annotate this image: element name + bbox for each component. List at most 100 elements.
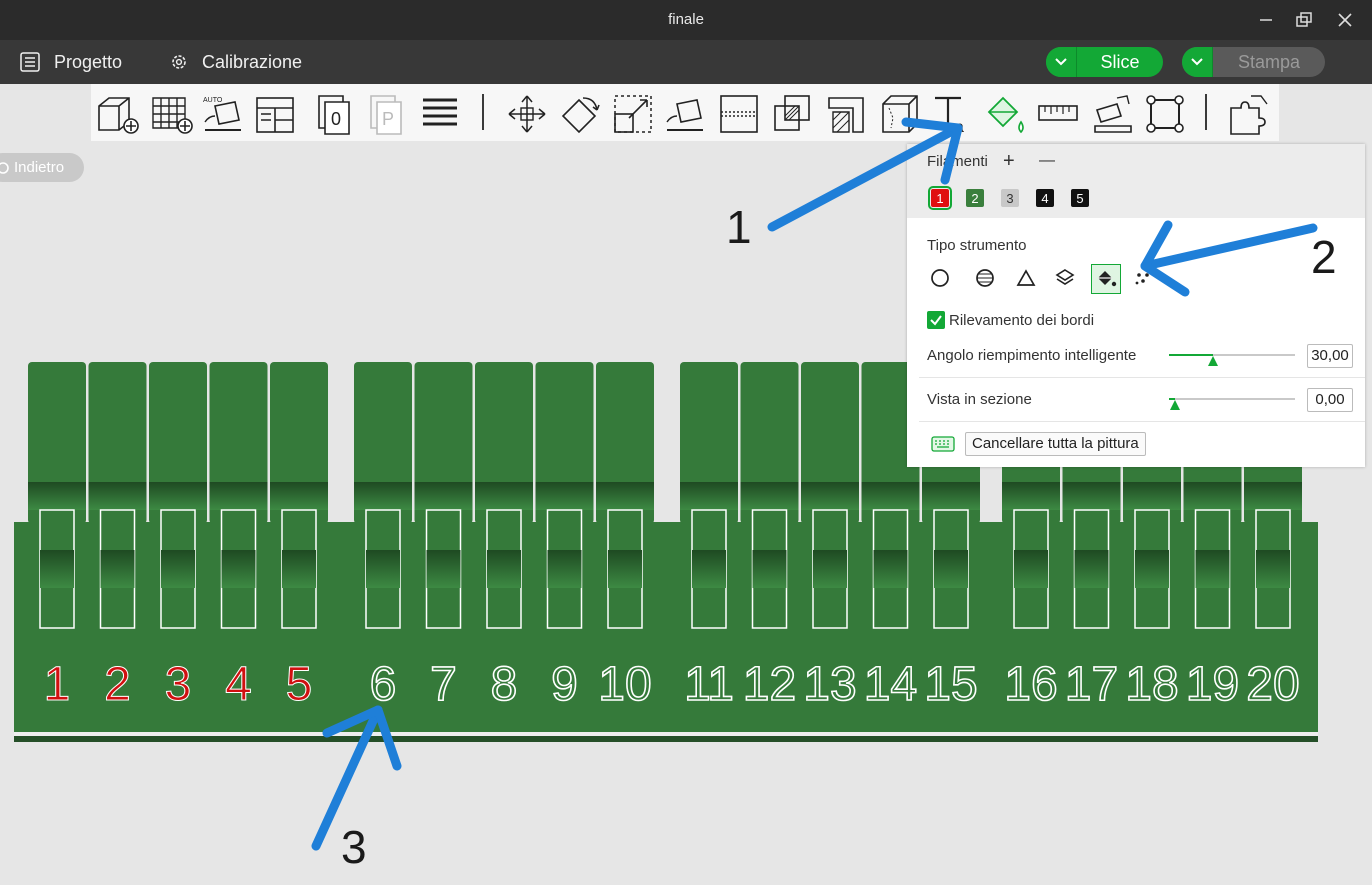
smart-fill-angle-input[interactable]: 30,00 xyxy=(1307,344,1353,368)
sphere-brush-icon[interactable] xyxy=(971,264,999,292)
filaments-label: Filamenti xyxy=(927,153,988,170)
boolean-icon[interactable] xyxy=(771,92,815,136)
main-toolbar: AUTO 0 P a xyxy=(91,84,1279,141)
annotation-label-2: 2 xyxy=(1311,231,1337,283)
window-title: finale xyxy=(668,11,704,28)
model-tab-shade xyxy=(270,482,328,510)
add-filament-button[interactable]: + xyxy=(1003,150,1015,173)
model-slot-shade xyxy=(1195,550,1230,588)
toolbar-separator xyxy=(1205,94,1207,130)
filament-swatch-5[interactable]: 5 xyxy=(1071,189,1089,207)
model-tab-shade xyxy=(149,482,207,510)
scale-icon[interactable] xyxy=(611,92,655,136)
model-base-plate xyxy=(14,522,1318,742)
model-tab-shade xyxy=(88,482,147,510)
back-button[interactable]: Indietro xyxy=(0,153,84,182)
text-icon[interactable]: a xyxy=(931,92,975,136)
model-number-6: 6 xyxy=(370,658,397,711)
model-tab-shade xyxy=(801,482,859,510)
model-tab-shade xyxy=(740,482,799,510)
filament-swatch-3[interactable]: 3 xyxy=(1001,189,1019,207)
model-slot-shade xyxy=(692,550,726,588)
seam-paint-icon[interactable] xyxy=(879,92,923,136)
divider xyxy=(919,421,1365,422)
arrange-icon[interactable] xyxy=(253,92,297,136)
object-o-icon[interactable]: 0 xyxy=(315,92,359,136)
menu-project[interactable]: Progetto xyxy=(20,40,122,84)
chevron-down-icon[interactable] xyxy=(1182,47,1213,77)
filament-swatch-4[interactable]: 4 xyxy=(1036,189,1054,207)
model-tab-shade xyxy=(1123,482,1181,510)
model-number-16: 16 xyxy=(1004,658,1057,711)
filament-swatch-1[interactable]: 1 xyxy=(928,186,952,210)
support-paint-icon[interactable] xyxy=(825,92,869,136)
assembly-icon[interactable] xyxy=(1227,92,1271,136)
model-number-20: 20 xyxy=(1246,658,1299,711)
gear-icon xyxy=(172,55,186,69)
circle-brush-icon[interactable] xyxy=(926,264,954,292)
minimize-icon[interactable] xyxy=(1253,8,1279,32)
model-number-14: 14 xyxy=(864,658,917,711)
restore-icon[interactable] xyxy=(1291,8,1317,32)
filament-swatch-2[interactable]: 2 xyxy=(966,189,984,207)
gap-fill-icon[interactable] xyxy=(1130,264,1158,292)
auto-orient-icon[interactable]: AUTO xyxy=(201,92,245,136)
slider-thumb[interactable] xyxy=(1207,355,1219,367)
color-paint-icon[interactable] xyxy=(983,92,1027,136)
model-tab-shade xyxy=(1183,482,1242,510)
lay-on-face-icon[interactable] xyxy=(663,92,707,136)
list-icon xyxy=(20,52,40,72)
svg-text:P: P xyxy=(382,109,394,129)
variable-layer-icon[interactable] xyxy=(419,92,463,136)
mesh-boolean-icon[interactable] xyxy=(1143,92,1187,136)
cut-icon[interactable] xyxy=(717,92,761,136)
measure-icon[interactable] xyxy=(1037,92,1081,136)
model-tab-shade xyxy=(414,482,473,510)
model-slot-shade xyxy=(366,550,400,588)
model-slot-shade xyxy=(547,550,582,588)
object-p-icon[interactable]: P xyxy=(367,92,411,136)
smart-fill-angle-label: Angolo riempimento intelligente xyxy=(927,347,1137,364)
menu-bar: Progetto Calibrazione Slice Stampa xyxy=(0,40,1372,84)
triangle-brush-icon[interactable] xyxy=(1012,264,1040,292)
keyboard-icon[interactable] xyxy=(931,436,955,457)
model-tab-shade xyxy=(861,482,920,510)
color-paint-panel: Filamenti + — Tipo strumento Rilevamento… xyxy=(907,144,1365,467)
model-tab-shade xyxy=(28,482,86,510)
model-number-19: 19 xyxy=(1186,658,1239,711)
height-range-icon[interactable] xyxy=(1051,264,1079,292)
divider xyxy=(919,377,1365,378)
model-slot-shade xyxy=(813,550,847,588)
model-slot-shade xyxy=(100,550,135,588)
svg-text:AUTO: AUTO xyxy=(203,97,223,104)
title-bar: finale xyxy=(0,0,1372,40)
model-slot-shade xyxy=(1135,550,1169,588)
add-object-icon[interactable] xyxy=(95,92,139,136)
model-slot-shade xyxy=(161,550,195,588)
edge-detection-checkbox[interactable] xyxy=(927,311,945,329)
fill-bucket-icon[interactable] xyxy=(1091,264,1121,294)
print-button[interactable]: Stampa xyxy=(1182,47,1325,77)
model-number-4: 4 xyxy=(225,658,252,711)
model-number-10: 10 xyxy=(598,658,651,711)
add-plate-icon[interactable] xyxy=(149,92,193,136)
chevron-down-icon[interactable] xyxy=(1046,47,1077,77)
print-label: Stampa xyxy=(1237,51,1301,72)
model-number-18: 18 xyxy=(1125,658,1178,711)
section-view-slider[interactable] xyxy=(1169,398,1295,400)
slider-thumb[interactable] xyxy=(1169,399,1181,411)
slice-button[interactable]: Slice xyxy=(1046,47,1163,77)
rotate-icon[interactable] xyxy=(557,92,601,136)
menu-calibration[interactable]: Calibrazione xyxy=(170,40,302,84)
model-tab-shade xyxy=(209,482,268,510)
model-tab-shade xyxy=(1244,482,1302,510)
section-view-input[interactable]: 0,00 xyxy=(1307,388,1353,412)
model-number-7: 7 xyxy=(430,658,457,711)
assembly-view-icon[interactable] xyxy=(1091,92,1135,136)
remove-filament-button[interactable]: — xyxy=(1039,152,1055,170)
clear-paint-button[interactable]: Cancellare tutta la pittura xyxy=(965,432,1146,456)
close-icon[interactable] xyxy=(1332,8,1358,32)
move-icon[interactable] xyxy=(505,92,549,136)
back-circle-icon xyxy=(0,161,9,174)
model-slot-shade xyxy=(1014,550,1048,588)
